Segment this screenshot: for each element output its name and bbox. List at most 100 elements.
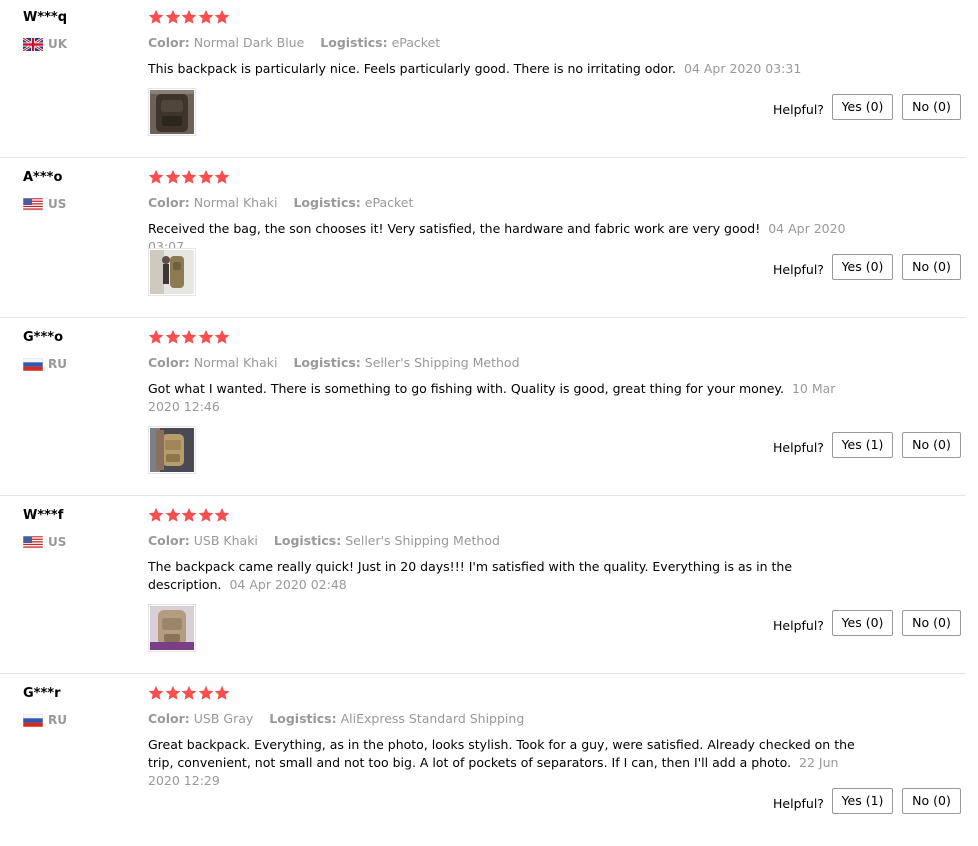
reviewer-country: UK bbox=[23, 36, 67, 52]
color-value: Normal Khaki bbox=[193, 195, 278, 210]
review-body: This backpack is particularly nice. Feel… bbox=[148, 61, 677, 76]
review-body: Got what I wanted. There is something to… bbox=[148, 381, 784, 396]
order-attributes: Color: USB Khaki Logistics: Seller's Shi… bbox=[148, 533, 500, 548]
logistics-label: Logistics: bbox=[269, 711, 337, 726]
star-icon bbox=[198, 329, 214, 345]
logistics-label: Logistics: bbox=[293, 355, 361, 370]
review-item: G***r RU Color: USB Gray Logistics: AliE… bbox=[0, 676, 966, 846]
logistics-value: Seller's Shipping Method bbox=[364, 355, 520, 370]
helpful-label: Helpful? bbox=[773, 618, 824, 633]
review-photo-thumbnail[interactable] bbox=[148, 426, 196, 474]
helpful-yes-button[interactable]: Yes (0) bbox=[832, 254, 893, 280]
review-body: Received the bag, the son chooses it! Ve… bbox=[148, 221, 761, 236]
star-rating bbox=[148, 685, 231, 703]
star-icon bbox=[198, 169, 214, 185]
star-icon bbox=[214, 685, 230, 701]
star-rating bbox=[148, 329, 231, 347]
logistics-value: Seller's Shipping Method bbox=[345, 533, 500, 548]
star-icon bbox=[165, 329, 181, 345]
star-icon bbox=[148, 329, 164, 345]
country-code: US bbox=[48, 197, 67, 211]
review-text: This backpack is particularly nice. Feel… bbox=[148, 60, 860, 78]
reviewer-name: G***o bbox=[23, 330, 63, 345]
reviewer-country: US bbox=[23, 534, 66, 550]
review-photo-thumbnail[interactable] bbox=[148, 88, 196, 136]
color-label: Color: bbox=[148, 711, 190, 726]
star-icon bbox=[214, 329, 230, 345]
star-icon bbox=[214, 9, 230, 25]
reviewer-name: W***q bbox=[23, 10, 68, 25]
helpful-label: Helpful? bbox=[773, 440, 824, 455]
country-code: RU bbox=[48, 357, 67, 371]
helpful-yes-button[interactable]: Yes (0) bbox=[832, 610, 893, 636]
helpful-no-button[interactable]: No (0) bbox=[902, 610, 961, 636]
review-item: G***o RU Color: Normal Khaki Logistics: … bbox=[0, 320, 966, 496]
country-code: RU bbox=[48, 713, 67, 727]
helpful-no-button[interactable]: No (0) bbox=[902, 788, 961, 814]
reviewer-name: W***f bbox=[23, 508, 64, 523]
star-icon bbox=[148, 507, 164, 523]
color-label: Color: bbox=[148, 35, 190, 50]
reviewer-name: A***o bbox=[23, 170, 63, 185]
helpful-no-button[interactable]: No (0) bbox=[902, 254, 961, 280]
reviewer-country: RU bbox=[23, 712, 67, 728]
star-icon bbox=[214, 169, 230, 185]
logistics-label: Logistics: bbox=[273, 533, 342, 548]
helpful-no-button[interactable]: No (0) bbox=[902, 94, 961, 120]
color-value: USB Gray bbox=[193, 711, 254, 726]
reviewer-country: US bbox=[23, 196, 66, 212]
helpful-label: Helpful? bbox=[773, 262, 824, 277]
star-icon bbox=[181, 9, 197, 25]
review-item: A***o US Color: Normal Khaki Logistics: … bbox=[0, 160, 966, 318]
ru-flag-icon bbox=[23, 358, 43, 371]
country-code: US bbox=[48, 535, 67, 549]
review-photo-thumbnail[interactable] bbox=[148, 604, 196, 652]
color-label: Color: bbox=[148, 355, 190, 370]
review-item: W***f US Color: USB Khaki Logistics: Sel… bbox=[0, 498, 966, 674]
review-text: The backpack came really quick! Just in … bbox=[148, 558, 860, 594]
color-value: Normal Dark Blue bbox=[193, 35, 305, 50]
star-icon bbox=[214, 507, 230, 523]
star-icon bbox=[181, 169, 197, 185]
star-icon bbox=[198, 9, 214, 25]
star-icon bbox=[181, 507, 197, 523]
color-label: Color: bbox=[148, 195, 190, 210]
helpful-no-button[interactable]: No (0) bbox=[902, 432, 961, 458]
color-value: USB Khaki bbox=[193, 533, 258, 548]
color-value: Normal Khaki bbox=[193, 355, 278, 370]
review-text: Received the bag, the son chooses it! Ve… bbox=[148, 220, 860, 256]
review-item: W***q UK Color: Normal Dark Blue Logisti… bbox=[0, 0, 966, 158]
ru-flag-icon bbox=[23, 714, 43, 727]
us-flag-icon bbox=[23, 536, 43, 549]
star-icon bbox=[148, 9, 164, 25]
color-label: Color: bbox=[148, 533, 190, 548]
review-time: 04 Apr 2020 03:31 bbox=[684, 61, 802, 76]
helpful-yes-button[interactable]: Yes (1) bbox=[832, 788, 893, 814]
us-flag-icon bbox=[23, 198, 43, 211]
review-photo-thumbnail[interactable] bbox=[148, 248, 196, 296]
star-icon bbox=[181, 685, 197, 701]
star-rating bbox=[148, 9, 231, 27]
logistics-value: AliExpress Standard Shipping bbox=[340, 711, 525, 726]
star-icon bbox=[198, 507, 214, 523]
helpful-label: Helpful? bbox=[773, 102, 824, 117]
helpful-yes-button[interactable]: Yes (1) bbox=[832, 432, 893, 458]
star-icon bbox=[165, 9, 181, 25]
logistics-label: Logistics: bbox=[320, 35, 388, 50]
star-icon bbox=[148, 169, 164, 185]
uk-flag-icon bbox=[23, 38, 43, 51]
order-attributes: Color: Normal Dark Blue Logistics: ePack… bbox=[148, 35, 440, 50]
star-icon bbox=[165, 169, 181, 185]
star-icon bbox=[165, 685, 181, 701]
star-icon bbox=[181, 329, 197, 345]
order-attributes: Color: Normal Khaki Logistics: ePacket bbox=[148, 195, 413, 210]
star-icon bbox=[198, 685, 214, 701]
review-body: Great backpack. Everything, as in the ph… bbox=[148, 737, 855, 770]
logistics-value: ePacket bbox=[391, 35, 441, 50]
helpful-yes-button[interactable]: Yes (0) bbox=[832, 94, 893, 120]
helpful-label: Helpful? bbox=[773, 796, 824, 811]
reviewer-name: G***r bbox=[23, 686, 61, 701]
review-text: Great backpack. Everything, as in the ph… bbox=[148, 736, 860, 790]
reviewer-country: RU bbox=[23, 356, 67, 372]
order-attributes: Color: Normal Khaki Logistics: Seller's … bbox=[148, 355, 520, 370]
